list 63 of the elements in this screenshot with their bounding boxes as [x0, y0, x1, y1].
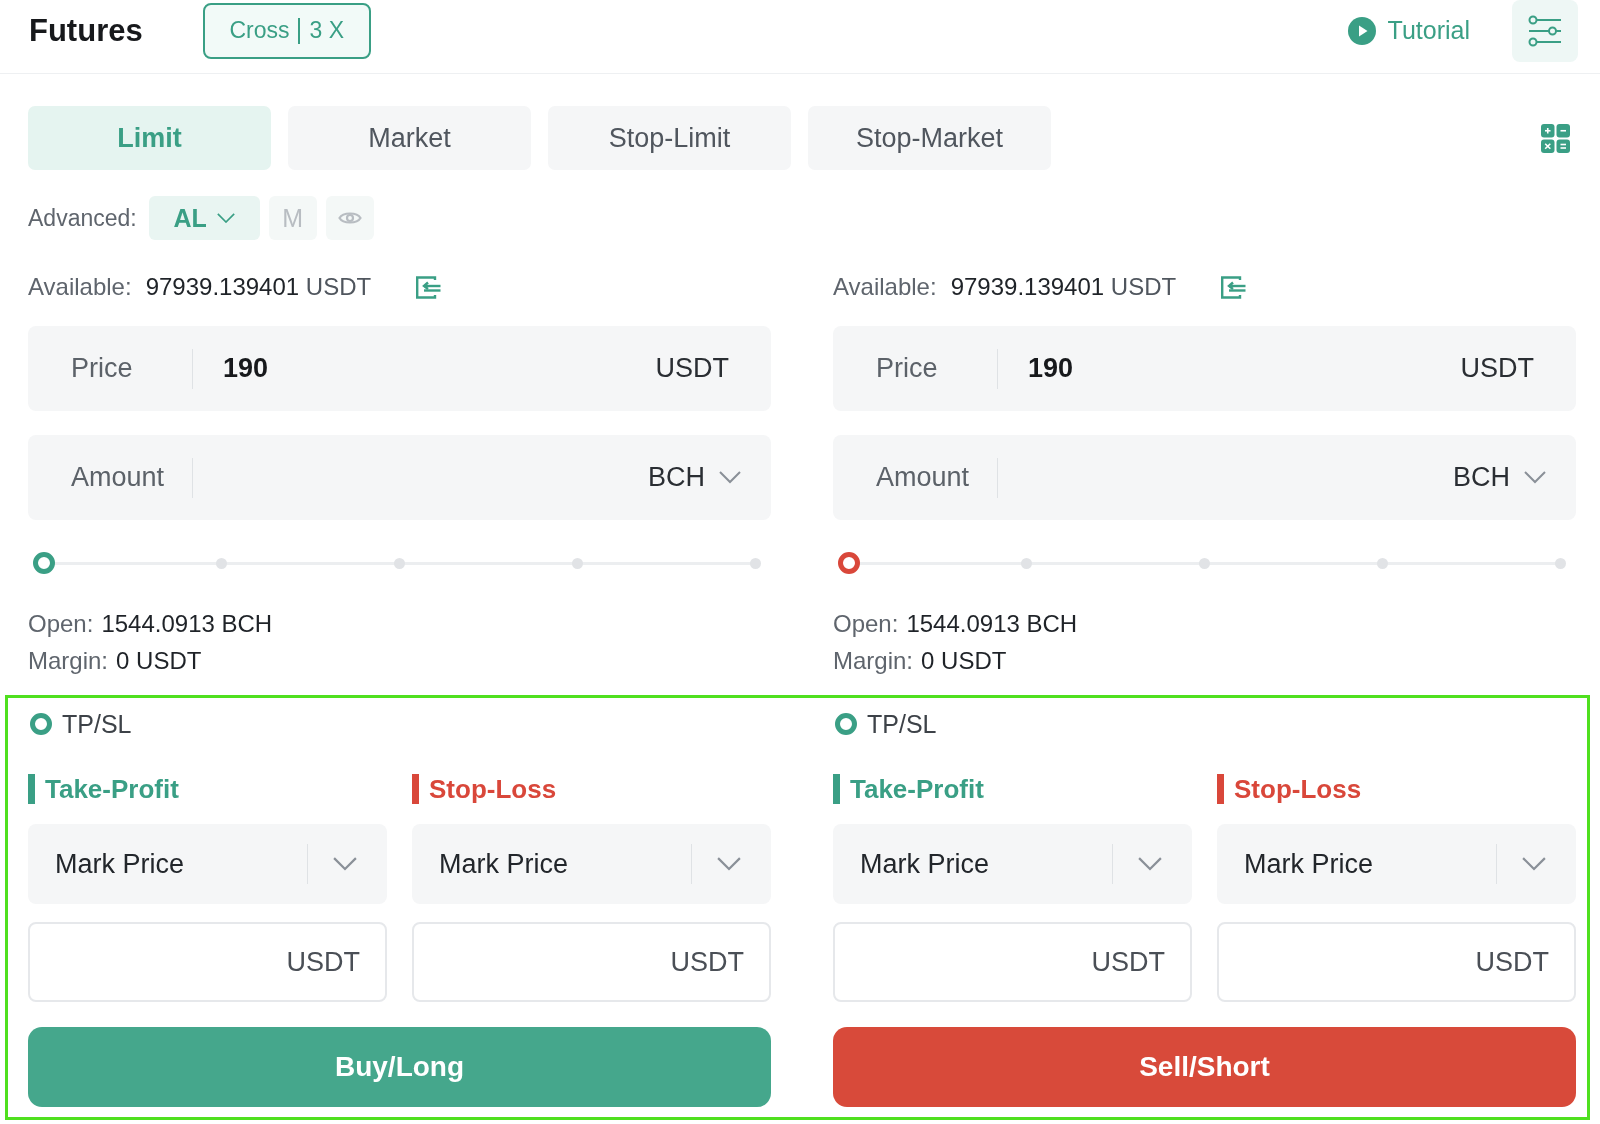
margin-value: 0 USDT: [116, 646, 202, 675]
trigger-price-select[interactable]: Mark Price: [412, 824, 771, 904]
tpsl-label: TP/SL: [867, 709, 937, 739]
trigger-price-select[interactable]: Mark Price: [28, 824, 387, 904]
order-leg-heading: Stop-Loss: [412, 774, 557, 804]
chevron-down-icon: [1522, 857, 1546, 871]
trigger-price-select[interactable]: Mark Price: [1217, 824, 1576, 904]
chevron-down-icon: [216, 213, 235, 223]
open-label: Open:: [833, 609, 899, 638]
chevron-down-icon: [719, 471, 741, 484]
tpsl-label: TP/SL: [62, 709, 132, 739]
open-value: 1544.0913 BCH: [906, 609, 1078, 638]
margin-label: Margin:: [28, 646, 109, 675]
order-leg-heading: Take-Profit: [833, 774, 984, 804]
calculator-icon[interactable]: [1541, 123, 1570, 153]
order-type-tab[interactable]: Market: [288, 106, 531, 170]
chevron-down-icon: [1138, 857, 1162, 871]
order-type-tab[interactable]: Stop-Limit: [548, 106, 791, 170]
submit-order-button[interactable]: Sell/Short: [833, 1027, 1576, 1107]
chevron-down-icon: [1524, 471, 1546, 484]
tpsl-radio[interactable]: [30, 713, 52, 735]
available-label: Available:: [28, 273, 132, 301]
advanced-label: Advanced:: [28, 204, 137, 232]
play-icon: [1347, 16, 1376, 45]
visibility-toggle-button[interactable]: [325, 196, 374, 240]
slider-stop-icon: [394, 557, 405, 569]
tpsl-radio[interactable]: [835, 713, 857, 735]
price-field[interactable]: Price 190 USDT: [833, 326, 1576, 411]
price-field[interactable]: Price 190 USDT: [28, 326, 771, 411]
trigger-price-field[interactable]: USDT: [412, 922, 771, 1002]
available-balance: 97939.139401 USDT: [950, 273, 1177, 301]
open-label: Open:: [28, 609, 94, 638]
margin-label: Margin:: [833, 646, 914, 675]
unit-dropdown[interactable]: BCH: [648, 462, 741, 493]
trigger-price-field[interactable]: USDT: [28, 922, 387, 1002]
settings-button[interactable]: [1512, 0, 1578, 62]
open-value: 1544.0913 BCH: [101, 609, 273, 638]
trigger-price-field[interactable]: USDT: [833, 922, 1192, 1002]
slider-stop-icon: [749, 557, 761, 569]
slider-stop-icon: [1021, 557, 1033, 569]
eye-icon: [337, 210, 362, 226]
amount-field[interactable]: Amount BCH: [833, 435, 1576, 520]
chevron-down-icon: [717, 857, 741, 871]
sliders-icon: [1528, 14, 1562, 47]
available-label: Available:: [833, 273, 937, 301]
order-type-tab[interactable]: Stop-Market: [808, 106, 1051, 170]
slider-stop-icon: [571, 557, 583, 569]
page-title: Futures: [29, 12, 143, 49]
trigger-price-select[interactable]: Mark Price: [833, 824, 1192, 904]
order-leg-heading: Stop-Loss: [1217, 774, 1362, 804]
slider-thumb[interactable]: [838, 552, 860, 574]
slider-stop-icon: [1554, 557, 1566, 569]
slider-thumb[interactable]: [33, 552, 55, 574]
available-balance: 97939.139401 USDT: [145, 273, 372, 301]
slider-stop-icon: [1376, 557, 1388, 569]
slider-stop-icon: [216, 557, 228, 569]
amount-field[interactable]: Amount BCH: [28, 435, 771, 520]
order-leg-heading: Take-Profit: [28, 774, 179, 804]
trigger-price-field[interactable]: USDT: [1217, 922, 1576, 1002]
slider-stop-icon: [1199, 557, 1210, 569]
margin-value: 0 USDT: [921, 646, 1007, 675]
chevron-down-icon: [333, 857, 357, 871]
unit-dropdown[interactable]: BCH: [1453, 462, 1546, 493]
